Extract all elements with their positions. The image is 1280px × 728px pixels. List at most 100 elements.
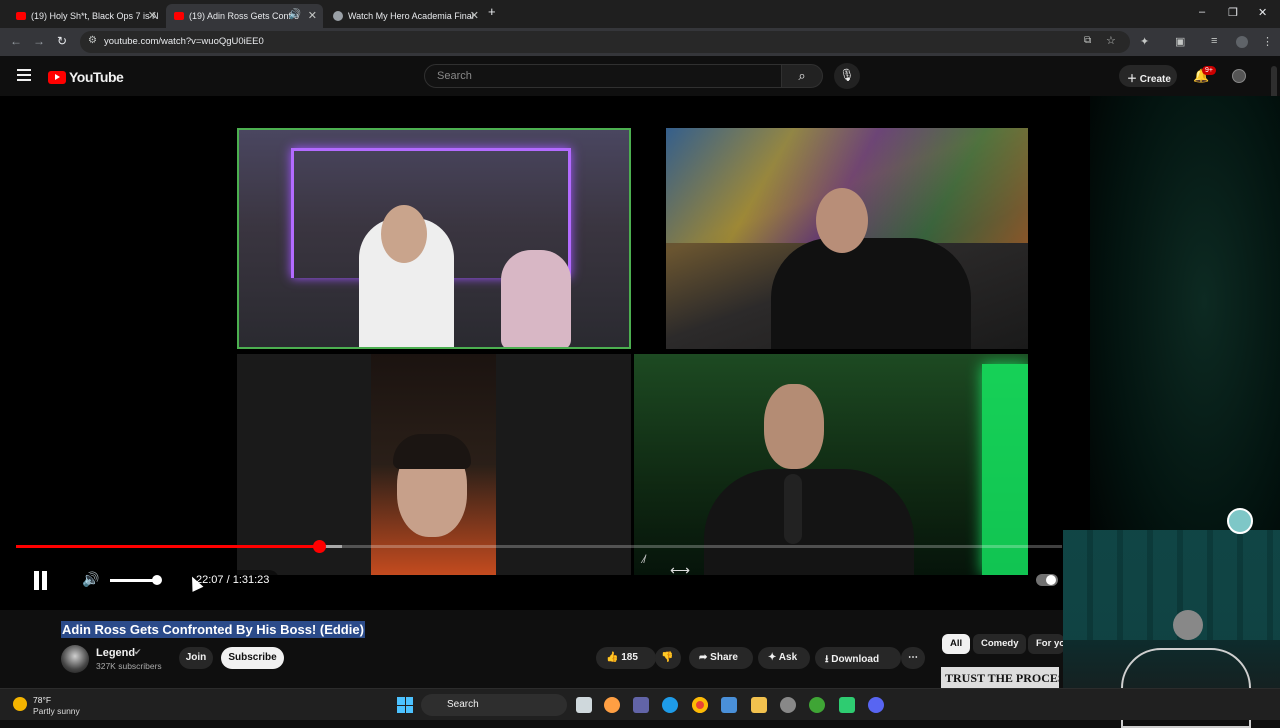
discord-icon[interactable] [868, 697, 884, 713]
copilot-icon[interactable] [604, 697, 620, 713]
browser-tab-active[interactable]: (19) Adin Ross Gets Confro 🔊 ✕ [166, 4, 323, 28]
microphone-icon: 🎙 [839, 68, 855, 82]
settings-icon[interactable] [780, 697, 796, 713]
download-button[interactable]: ⭳ Download [815, 647, 901, 669]
download-label: Download [831, 654, 880, 665]
chrome-icon[interactable] [692, 697, 708, 713]
video-feed-green-room [634, 354, 1028, 575]
browser-tab-strip: (19) Holy Sh*t, Black Ops 7 is N ✕ (19) … [0, 0, 1280, 28]
youtube-logo[interactable]: YouTube [48, 69, 124, 85]
site-info-icon[interactable]: ⚙ [88, 35, 97, 46]
avatar-sprite-icon [1227, 508, 1253, 534]
muted-mic-icon: ⁄̸ [643, 554, 645, 566]
video-feed-portrait [237, 354, 631, 575]
chip-comedy[interactable]: Comedy [973, 634, 1027, 654]
create-button[interactable]: ＋ Create [1119, 65, 1177, 87]
progress-played [16, 545, 319, 548]
file-explorer-icon[interactable] [751, 697, 767, 713]
youtube-logo-text: YouTube [69, 69, 124, 85]
xbox-icon[interactable] [809, 697, 825, 713]
maximize-button[interactable]: ❐ [1228, 6, 1238, 19]
weather-description[interactable]: Partly sunny [33, 706, 80, 716]
pause-icon-bar [42, 571, 47, 590]
more-actions-button[interactable]: ⋯ [901, 647, 925, 669]
youtube-header: YouTube Search ⌕ 🎙 ＋ Create 🔔 9+ [0, 56, 1280, 96]
app-icon[interactable] [839, 697, 855, 713]
autoplay-toggle[interactable] [1036, 574, 1058, 586]
chip-for-you[interactable]: For yo [1028, 634, 1064, 654]
url-text: youtube.com/watch?v=wuoQgU0iEE0 [104, 36, 264, 47]
subscribe-button[interactable]: Subscribe [221, 647, 284, 669]
weather-temperature[interactable]: 78°F [33, 695, 51, 705]
share-label: Share [710, 652, 738, 663]
windows-start-icon[interactable] [397, 697, 413, 713]
share-icon: ➦ [699, 652, 711, 663]
like-button[interactable]: 👍 185 [596, 647, 656, 669]
reload-icon[interactable]: ↻ [57, 34, 67, 48]
search-button[interactable]: ⌕ [781, 64, 823, 88]
task-view-icon[interactable] [576, 697, 592, 713]
video-feed-streamer-room [237, 128, 631, 349]
sidepanel-icon[interactable]: ▣ [1175, 35, 1185, 48]
taskbar-search[interactable]: Search [421, 694, 567, 716]
kebab-menu-icon[interactable]: ⋮ [1262, 35, 1273, 48]
volume-slider[interactable] [110, 579, 157, 582]
minimize-button[interactable]: – [1199, 6, 1205, 18]
extensions-icon[interactable]: ✦ [1140, 35, 1149, 48]
person-head [381, 205, 427, 263]
video-title: Adin Ross Gets Confronted By His Boss! (… [61, 621, 365, 638]
hamburger-menu-icon[interactable] [17, 69, 31, 81]
store-icon[interactable] [721, 697, 737, 713]
browser-tab[interactable]: Watch My Hero Academia Final ✕ [325, 4, 485, 28]
join-button[interactable]: Join [179, 647, 213, 669]
teams-icon[interactable] [633, 697, 649, 713]
pause-button[interactable] [32, 571, 48, 590]
browser-tab[interactable]: (19) Holy Sh*t, Black Ops 7 is N ✕ [8, 4, 163, 28]
person-head [816, 188, 868, 253]
dislike-button[interactable]: 👎 [655, 647, 681, 669]
video-feed-mural-room [666, 128, 1028, 349]
weather-sun-icon[interactable] [13, 697, 27, 711]
tab-title: (19) Holy Sh*t, Black Ops 7 is N [31, 11, 159, 21]
verified-badge-icon: ✔ [134, 647, 142, 657]
close-window-button[interactable]: ✕ [1258, 6, 1267, 19]
search-input[interactable]: Search [424, 64, 782, 88]
subscriber-count: 327K subscribers [96, 661, 162, 671]
edge-icon[interactable] [662, 697, 678, 713]
browser-toolbar: ← → ↻ ⚙ youtube.com/watch?v=wuoQgU0iEE0 … [0, 28, 1280, 56]
profile-avatar[interactable] [1236, 36, 1248, 48]
close-icon[interactable]: ✕ [148, 9, 157, 22]
studio-microphone [784, 474, 802, 544]
tab-title: (19) Adin Ross Gets Confro [189, 11, 300, 21]
close-icon[interactable]: ✕ [470, 9, 479, 22]
ask-button[interactable]: ✦ Ask [758, 647, 810, 669]
windows-taskbar: 78°F Partly sunny ⌕ Search [0, 688, 1280, 720]
volume-icon[interactable]: 🔊 [82, 571, 99, 588]
tab-title: Watch My Hero Academia Final [348, 11, 474, 21]
youtube-icon [16, 12, 26, 20]
share-button[interactable]: ➦ Share [689, 647, 753, 669]
install-icon[interactable]: ⧉ [1084, 35, 1091, 46]
more-dots-icon: ⋯ [908, 652, 918, 663]
voice-search-button[interactable]: 🎙 [834, 63, 860, 89]
account-avatar[interactable] [1232, 69, 1246, 83]
volume-slider-knob[interactable] [152, 575, 162, 585]
media-controls-icon[interactable]: ≡ [1211, 35, 1217, 47]
person-head [764, 384, 824, 469]
back-icon[interactable]: ← [10, 34, 22, 48]
progress-scrubber[interactable] [313, 540, 326, 553]
address-bar[interactable]: ⚙ youtube.com/watch?v=wuoQgU0iEE0 ⧉ ☆ [80, 31, 1130, 53]
bookmark-star-icon[interactable]: ☆ [1106, 34, 1116, 47]
chip-all[interactable]: All [942, 634, 971, 654]
ask-label: Ask [778, 652, 798, 663]
person-silhouette [1173, 610, 1203, 640]
channel-avatar[interactable] [61, 645, 89, 673]
pause-icon [34, 571, 39, 590]
expand-arrows-icon[interactable]: ⟷ [670, 562, 690, 579]
close-icon[interactable]: ✕ [308, 9, 317, 22]
youtube-icon [174, 12, 184, 20]
speaker-icon[interactable]: 🔊 [289, 9, 301, 20]
forward-icon[interactable]: → [33, 34, 45, 48]
new-tab-button[interactable]: + [488, 4, 496, 19]
channel-name[interactable]: Legend [96, 647, 135, 659]
